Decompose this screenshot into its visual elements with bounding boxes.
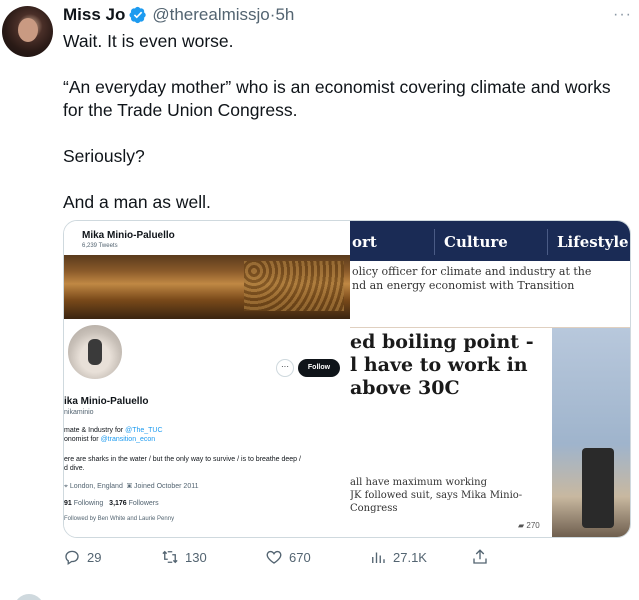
share-button[interactable] (471, 548, 495, 566)
reply-icon (65, 550, 79, 566)
profile-header-name: Mika Minio-Paluello (82, 230, 175, 241)
comment-icon: ▰ (518, 521, 525, 530)
retweet-button[interactable]: 130 (161, 548, 207, 566)
calendar-icon: ▣ (126, 483, 133, 490)
reply-button[interactable]: 29 (63, 548, 101, 566)
profile-bio-line: d dive. (64, 465, 85, 472)
tweet-paragraph: Wait. It is even worse. (63, 31, 234, 51)
article-subtitle: olicy officer for climate and industry a… (352, 265, 592, 278)
views-count: 27.1K (393, 549, 427, 565)
tweet-actions: 29 130 670 27.1K (63, 548, 503, 568)
retweet-count: 130 (185, 549, 207, 565)
profile-follow-button: Follow (298, 359, 340, 377)
verified-badge-icon (129, 6, 147, 24)
author-avatar[interactable] (2, 6, 53, 57)
article-photo (552, 328, 630, 537)
followers-count: 3,176 (109, 500, 127, 507)
profile-screenshot[interactable]: Mika Minio-Paluello 6,239 Tweets ··· Fol… (64, 221, 350, 537)
tweet-paragraph: And a man as well. (63, 192, 211, 212)
author-handle[interactable]: @therealmissjo (152, 5, 269, 25)
views-icon (372, 552, 385, 563)
tweet-media[interactable]: Mika Minio-Paluello 6,239 Tweets ··· Fol… (63, 220, 631, 538)
profile-follow-stats: 91 Following 3,176 Followers (64, 500, 159, 507)
nav-separator (547, 229, 548, 255)
nav-item: Lifestyle (557, 233, 629, 251)
bio-link: @The_TUC (125, 427, 163, 434)
retweet-icon (162, 550, 178, 564)
tweet-paragraph: “An everyday mother” who is an economist… (63, 77, 611, 120)
views-button[interactable]: 27.1K (369, 548, 427, 566)
next-tweet-avatar[interactable] (14, 594, 44, 600)
nav-item: Culture (444, 233, 508, 251)
like-button[interactable]: 670 (265, 548, 311, 566)
profile-tweet-count: 6,239 Tweets (82, 243, 118, 249)
followers-label: Followers (128, 500, 159, 507)
bio-link: @transition_econ (100, 436, 156, 443)
profile-more-icon: ··· (276, 359, 294, 377)
like-count: 670 (289, 549, 311, 565)
following-count: 91 (64, 500, 72, 507)
article-headline: ed boiling point - l have to work in abo… (350, 331, 552, 400)
comment-count: 270 (526, 521, 540, 530)
headline-line: l have to work in (350, 354, 528, 376)
tweet-header: Miss Jo @therealmissjo · 5h (63, 4, 294, 26)
bio-text: onomist for (64, 436, 101, 443)
body-line: all have maximum working (350, 477, 488, 488)
profile-display-name: ika Minio-Paluello (64, 396, 149, 407)
nav-item: ort (352, 233, 377, 251)
next-tweet-peek (0, 590, 639, 600)
article-body: all have maximum working JK followed sui… (350, 476, 552, 515)
article-nav: ort Culture Lifestyle (350, 221, 630, 261)
share-icon (473, 549, 487, 564)
location-icon: ⌖ (64, 483, 68, 490)
reply-count: 29 (87, 549, 102, 565)
article-subtitle: nd an energy economist with Transition (352, 279, 575, 292)
heart-icon (266, 550, 282, 564)
profile-location: London, England (69, 483, 123, 490)
profile-avatar (66, 323, 124, 381)
profile-banner (64, 255, 350, 319)
more-options-icon[interactable]: ··· (613, 6, 632, 24)
following-label: Following (73, 500, 104, 507)
bio-text: mate & Industry for (64, 427, 126, 434)
article-screenshot[interactable]: ort Culture Lifestyle olicy officer for … (350, 221, 630, 537)
body-line: JK followed suit, says Mika Minio- (350, 490, 523, 501)
body-line: Congress (350, 503, 398, 514)
tweet-timestamp[interactable]: 5h (275, 5, 294, 25)
profile-handle: nikaminio (64, 409, 94, 416)
profile-bio-line: ere are sharks in the water / but the on… (64, 456, 301, 463)
profile-bio-line: mate & Industry for @The_TUC (64, 427, 163, 434)
profile-meta: ⌖ London, England ▣ Joined October 2011 (64, 483, 199, 491)
nav-separator (434, 229, 435, 255)
headline-line: above 30C (350, 377, 460, 399)
author-name[interactable]: Miss Jo (63, 5, 125, 25)
headline-line: ed boiling point - (350, 331, 534, 353)
article-comments: ▰ 270 (518, 521, 540, 530)
tweet-paragraph: Seriously? (63, 146, 145, 166)
tweet: Miss Jo @therealmissjo · 5h ··· Wait. It… (0, 0, 639, 590)
profile-joined: Joined October 2011 (134, 483, 199, 490)
profile-followed-by: Followed by Ben White and Laurie Penny (64, 516, 175, 522)
profile-bio-line: onomist for @transition_econ (64, 436, 155, 443)
